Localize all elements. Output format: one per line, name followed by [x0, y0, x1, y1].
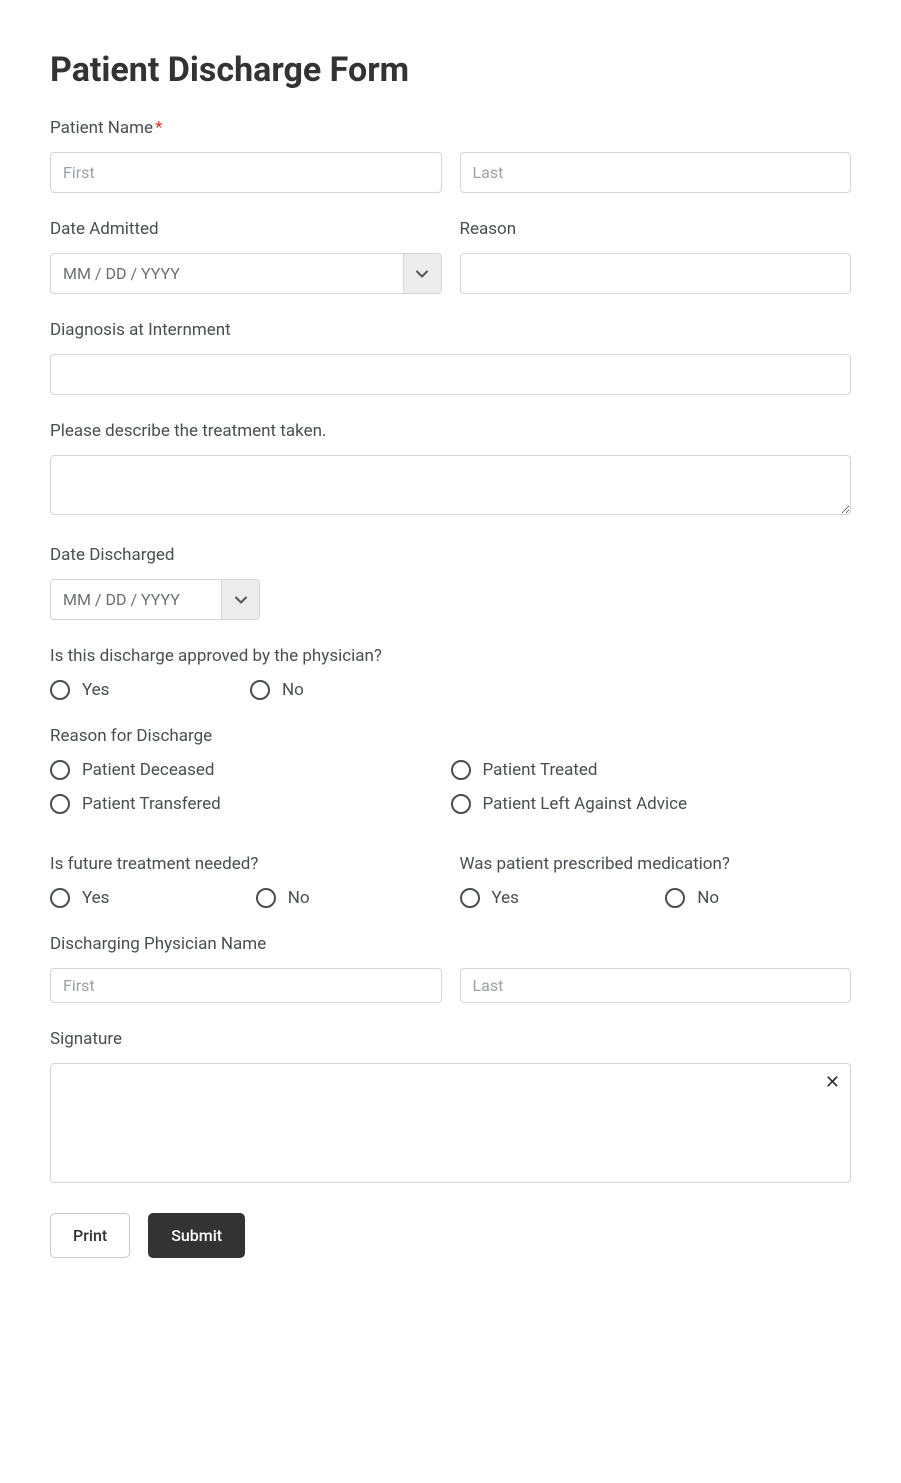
approved-no-radio[interactable]: No — [250, 680, 430, 700]
radio-label: Patient Left Against Advice — [483, 794, 688, 814]
chevron-down-icon — [403, 254, 441, 293]
discharge-reason-left-radio[interactable]: Patient Left Against Advice — [451, 794, 852, 814]
reason-label: Reason — [460, 219, 852, 239]
prescribed-no-radio[interactable]: No — [665, 888, 851, 908]
future-treatment-no-radio[interactable]: No — [256, 888, 442, 908]
patient-last-name-input[interactable] — [460, 152, 852, 193]
signature-label: Signature — [50, 1029, 851, 1049]
radio-label: No — [697, 888, 719, 908]
future-treatment-label: Is future treatment needed? — [50, 854, 442, 874]
discharge-reason-transfered-radio[interactable]: Patient Transfered — [50, 794, 451, 814]
required-asterisk: * — [155, 118, 162, 138]
radio-label: Patient Transfered — [82, 794, 221, 814]
approved-label: Is this discharge approved by the physic… — [50, 646, 851, 666]
signature-pad[interactable]: ✕ — [50, 1063, 851, 1183]
date-discharged-input[interactable]: MM / DD / YYYY — [50, 579, 260, 620]
print-button[interactable]: Print — [50, 1213, 130, 1258]
radio-icon — [50, 888, 70, 908]
radio-icon — [50, 680, 70, 700]
treatment-textarea[interactable] — [50, 455, 851, 515]
discharge-reason-deceased-radio[interactable]: Patient Deceased — [50, 760, 451, 780]
radio-label: Yes — [82, 680, 109, 700]
patient-first-name-input[interactable] — [50, 152, 442, 193]
radio-icon — [50, 760, 70, 780]
radio-icon — [665, 888, 685, 908]
discharge-reason-treated-radio[interactable]: Patient Treated — [451, 760, 852, 780]
diagnosis-input[interactable] — [50, 354, 851, 395]
approved-yes-radio[interactable]: Yes — [50, 680, 230, 700]
patient-name-label: Patient Name* — [50, 118, 851, 138]
radio-label: No — [282, 680, 304, 700]
reason-input[interactable] — [460, 253, 852, 294]
radio-icon — [460, 888, 480, 908]
radio-label: No — [288, 888, 310, 908]
date-admitted-placeholder: MM / DD / YYYY — [51, 254, 403, 293]
close-icon[interactable]: ✕ — [825, 1072, 840, 1093]
radio-label: Yes — [82, 888, 109, 908]
submit-button[interactable]: Submit — [148, 1213, 245, 1258]
patient-name-label-text: Patient Name — [50, 118, 153, 138]
chevron-down-icon — [221, 580, 259, 619]
date-admitted-label: Date Admitted — [50, 219, 442, 239]
discharge-reason-label: Reason for Discharge — [50, 726, 851, 746]
radio-label: Yes — [492, 888, 519, 908]
treatment-label: Please describe the treatment taken. — [50, 421, 851, 441]
radio-label: Patient Treated — [483, 760, 598, 780]
physician-name-label: Discharging Physician Name — [50, 934, 851, 954]
physician-first-name-input[interactable] — [50, 968, 442, 1003]
prescribed-label: Was patient prescribed medication? — [460, 854, 852, 874]
radio-icon — [50, 794, 70, 814]
physician-last-name-input[interactable] — [460, 968, 852, 1003]
radio-icon — [451, 760, 471, 780]
future-treatment-yes-radio[interactable]: Yes — [50, 888, 236, 908]
radio-icon — [250, 680, 270, 700]
page-title: Patient Discharge Form — [50, 50, 851, 90]
radio-icon — [451, 794, 471, 814]
prescribed-yes-radio[interactable]: Yes — [460, 888, 646, 908]
diagnosis-label: Diagnosis at Internment — [50, 320, 851, 340]
date-discharged-label: Date Discharged — [50, 545, 851, 565]
radio-icon — [256, 888, 276, 908]
radio-label: Patient Deceased — [82, 760, 214, 780]
date-admitted-input[interactable]: MM / DD / YYYY — [50, 253, 442, 294]
date-discharged-placeholder: MM / DD / YYYY — [51, 580, 221, 619]
